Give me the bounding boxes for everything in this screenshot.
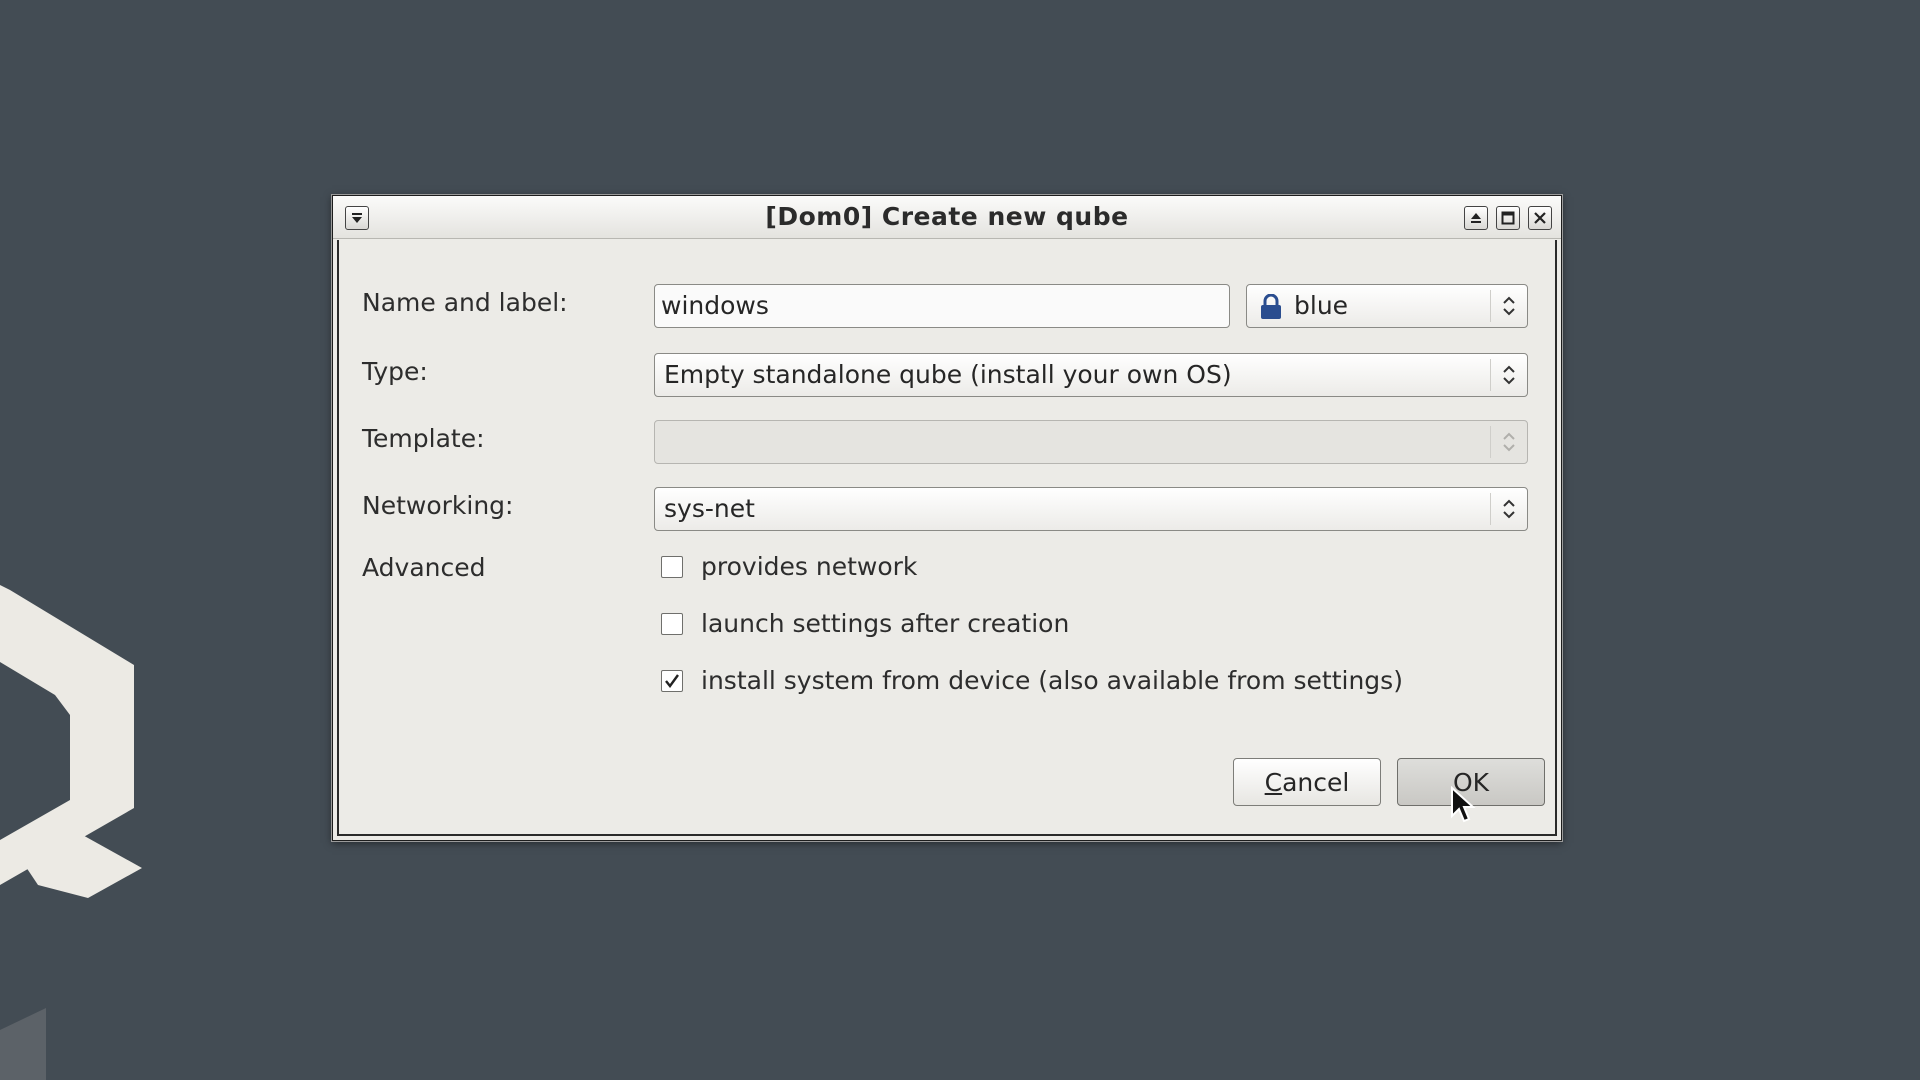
label-color-value: blue xyxy=(1294,291,1349,320)
close-button[interactable] xyxy=(1528,206,1552,230)
networking-label: Networking: xyxy=(362,491,514,520)
type-select[interactable]: Empty standalone qube (install your own … xyxy=(654,353,1528,397)
template-select xyxy=(654,420,1528,464)
provides-network-checkbox[interactable] xyxy=(661,556,683,578)
lock-icon xyxy=(1259,293,1283,326)
name-label: Name and label: xyxy=(362,288,568,317)
maximize-icon xyxy=(1501,211,1515,225)
advanced-label: Advanced xyxy=(362,553,486,582)
name-input-value: windows xyxy=(661,291,769,320)
networking-value: sys-net xyxy=(664,494,755,523)
install-from-device-label: install system from device (also availab… xyxy=(701,666,1403,695)
create-qube-dialog: [Dom0] Create new qube Name and label: w… xyxy=(332,195,1562,841)
type-label: Type: xyxy=(362,357,428,386)
window-title: [Dom0] Create new qube xyxy=(765,202,1129,231)
close-icon xyxy=(1534,212,1546,224)
networking-select[interactable]: sys-net xyxy=(654,487,1528,531)
updown-arrow-icon xyxy=(1491,354,1527,396)
template-label: Template: xyxy=(362,424,485,453)
updown-arrow-icon xyxy=(1491,421,1527,463)
install-from-device-checkbox[interactable] xyxy=(661,670,683,692)
cancel-label: ancel xyxy=(1282,767,1350,797)
mouse-cursor-icon xyxy=(1451,786,1476,823)
maximize-button[interactable] xyxy=(1496,206,1520,230)
updown-arrow-icon xyxy=(1491,488,1527,530)
launch-settings-checkbox[interactable] xyxy=(661,613,683,635)
checkmark-icon xyxy=(665,674,679,688)
title-bar[interactable]: [Dom0] Create new qube xyxy=(333,196,1561,239)
qubes-logo-icon xyxy=(0,585,142,1080)
type-value: Empty standalone qube (install your own … xyxy=(664,360,1232,389)
shade-button[interactable] xyxy=(1464,206,1488,230)
launch-settings-label: launch settings after creation xyxy=(701,609,1070,638)
cancel-mnemonic: C xyxy=(1264,767,1283,797)
updown-arrow-icon xyxy=(1491,285,1527,327)
label-color-select[interactable]: blue xyxy=(1246,284,1528,328)
cancel-button[interactable]: Cancel xyxy=(1233,758,1381,806)
dialog-body: Name and label: windows blue Type: Empty… xyxy=(337,240,1557,836)
name-input[interactable]: windows xyxy=(654,284,1230,328)
shade-icon xyxy=(1471,213,1481,223)
provides-network-label: provides network xyxy=(701,552,918,581)
